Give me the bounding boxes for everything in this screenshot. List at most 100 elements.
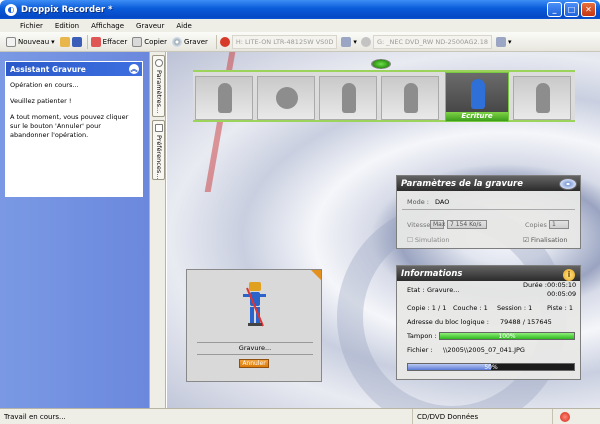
speed-label: Vitesse: [407, 221, 431, 229]
step-1: [195, 76, 253, 120]
cancel-label: Annuler: [242, 360, 266, 367]
menu-aide[interactable]: Aide: [170, 22, 197, 30]
robot-step-icon: [536, 83, 550, 113]
new-button[interactable]: Nouveau ▾: [6, 36, 55, 47]
couche-value: Couche : 1: [453, 304, 488, 312]
tab-parametres-label: Paramètres...: [155, 70, 163, 114]
erase-icon: [90, 36, 101, 47]
prefs-tab-icon: [155, 124, 163, 132]
etat-value: Gravure...: [427, 286, 460, 294]
step-indicator-gem-icon: [371, 59, 391, 69]
etat-label: Etat :: [407, 286, 425, 294]
project-type-text: CD/DVD Données: [417, 412, 479, 421]
step-6: [513, 76, 571, 120]
burn-label: Graver: [183, 37, 208, 46]
assistant-header[interactable]: Assistant Gravure ︽: [6, 62, 142, 76]
copies-label: Copies: [525, 221, 547, 229]
copy-icon: [132, 36, 143, 47]
copies-select[interactable]: 1: [549, 220, 569, 229]
overall-progress-text: 50%: [484, 364, 498, 371]
recorder-icon: [219, 36, 230, 47]
step-2: [257, 76, 315, 120]
adresse-value: 79488 / 157645: [500, 318, 552, 326]
main-stage: Ecriture Paramètres de la gravure Mode :…: [167, 52, 600, 408]
burn-params-title: Paramètres de la gravure: [401, 178, 523, 189]
new-doc-icon: [6, 36, 16, 47]
dvd-disc-icon: [559, 178, 577, 190]
open-folder-icon[interactable]: [59, 36, 70, 47]
assistant-line1: Opération en cours...: [10, 81, 79, 89]
corner-arrow-icon: [311, 270, 321, 280]
assistant-line3: A tout moment, vous pouvez cliquer sur l…: [10, 113, 129, 139]
mode-value: DAO: [435, 198, 450, 206]
drive-settings-icon-2[interactable]: [496, 36, 506, 47]
params-tab-icon: [155, 59, 163, 67]
copies-value: 1: [552, 221, 556, 228]
buffer-progress-bar: 100%: [439, 332, 575, 340]
menu-fichier[interactable]: Fichier: [14, 22, 49, 30]
robot-writing-icon: [471, 79, 485, 109]
tab-parametres[interactable]: Paramètres...: [152, 55, 165, 117]
fichier-label: Fichier :: [407, 346, 433, 354]
drive-h-label: H: LITE-ON LTR-48125W VS0D: [235, 37, 334, 46]
menu-graveur[interactable]: Graveur: [130, 22, 170, 30]
tab-preferences[interactable]: Préférences...: [152, 120, 165, 180]
fichier-value: \\2005\\2005_07_041.JPG: [443, 346, 525, 354]
minimize-button[interactable]: _: [547, 2, 562, 17]
menu-affichage[interactable]: Affichage: [85, 22, 130, 30]
menu-edition[interactable]: Edition: [49, 22, 85, 30]
side-tab-strip: Paramètres... Préférences...: [149, 52, 166, 408]
simulation-checkbox[interactable]: ☐ Simulation: [407, 236, 450, 244]
piste-value: Piste : 1: [547, 304, 573, 312]
session-value: Session : 1: [497, 304, 533, 312]
status-bar: Travail en cours... CD/DVD Données: [0, 408, 600, 424]
menu-bar: Fichier Edition Affichage Graveur Aide: [0, 19, 600, 32]
robot-mascot-icon: [243, 282, 266, 327]
duree-elapsed: 00:05:10: [547, 281, 577, 289]
mode-label: Mode :: [407, 198, 429, 206]
assistant-line2: Veuillez patienter !: [10, 97, 72, 105]
maximize-button[interactable]: □: [564, 2, 579, 17]
erase-button[interactable]: Effacer: [90, 36, 128, 47]
close-button[interactable]: ✕: [581, 2, 596, 17]
copy-label: Copier: [144, 37, 167, 46]
finalisation-checkbox[interactable]: ☑ Finalisation: [523, 236, 568, 244]
active-step-label: Ecriture: [446, 112, 508, 121]
simulation-label: Simulation: [414, 236, 450, 244]
cancel-button[interactable]: Annuler: [239, 359, 269, 368]
assistant-title: Assistant Gravure: [10, 64, 86, 74]
speed-select-value: Max: [433, 221, 446, 228]
burn-button[interactable]: Graver: [171, 36, 208, 47]
info-title: Informations: [401, 268, 463, 279]
disc-icon: [171, 36, 182, 47]
copy-button[interactable]: Copier: [132, 36, 167, 47]
tab-preferences-label: Préférences...: [155, 135, 163, 180]
info-icon: i: [563, 269, 575, 281]
app-icon: ◐: [5, 3, 17, 16]
collapse-chevron-icon[interactable]: ︽: [129, 64, 139, 74]
finalisation-label: Finalisation: [530, 236, 568, 244]
robot-step-icon: [404, 83, 418, 113]
stop-record-icon: [560, 412, 570, 422]
step-3: [319, 76, 377, 120]
speed-kbs-select[interactable]: 7 154 Ko/s: [447, 220, 487, 229]
burn-params-panel: Paramètres de la gravure Mode : DAO Vite…: [396, 175, 581, 249]
speed-kbs-value: 7 154 Ko/s: [450, 221, 482, 228]
tampon-label: Tampon :: [407, 332, 437, 340]
erase-label: Effacer: [102, 37, 128, 46]
drive-select-g[interactable]: G: _NEC DVD_RW ND-2500AG2.18: [372, 34, 492, 49]
save-icon[interactable]: [71, 36, 82, 47]
robot-step-icon: [342, 83, 356, 113]
duree-remaining: 00:05:09: [547, 290, 577, 298]
toolbar: Nouveau ▾ Effacer Copier Graver H: LITE-O…: [0, 32, 600, 52]
drive-select-h[interactable]: H: LITE-ON LTR-48125W VS0D: [231, 34, 338, 49]
task-pane: Assistant Gravure ︽ Opération en cours..…: [0, 52, 149, 408]
step-ecriture-active: Ecriture: [445, 72, 509, 122]
new-label: Nouveau: [18, 37, 50, 46]
title-bar: ◐ Droppix Recorder * _ □ ✕: [0, 0, 600, 19]
info-panel: Informations i Etat : Gravure... Durée :…: [396, 265, 581, 380]
drive-g-label: G: _NEC DVD_RW ND-2500AG2.18: [376, 37, 488, 46]
speed-select[interactable]: Max: [430, 220, 446, 229]
status-text: Travail en cours...: [4, 412, 66, 421]
drive-settings-icon[interactable]: [341, 36, 352, 47]
